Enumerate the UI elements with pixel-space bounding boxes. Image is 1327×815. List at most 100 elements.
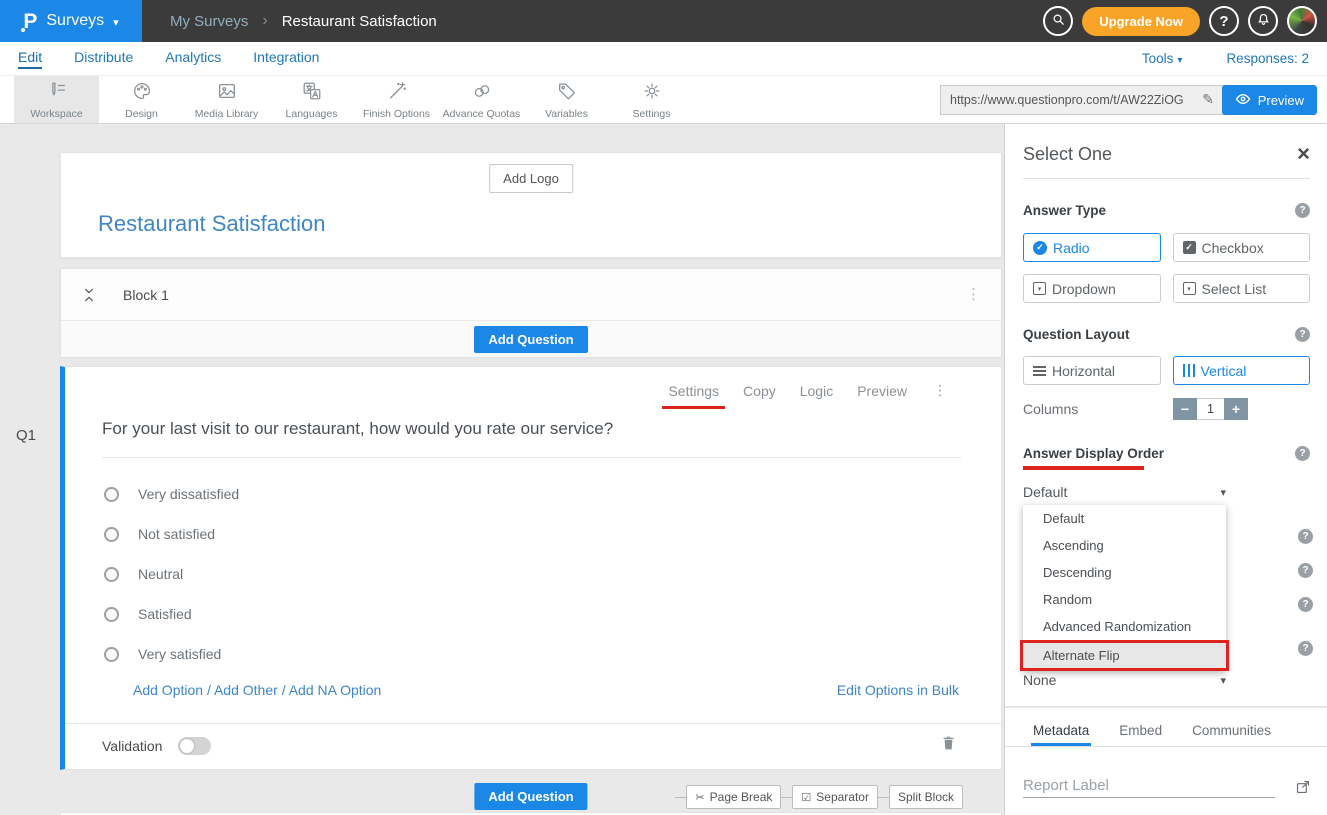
close-icon[interactable]: × xyxy=(1297,143,1310,165)
tab-integration[interactable]: Integration xyxy=(253,49,319,69)
plus-button[interactable]: + xyxy=(1224,398,1248,420)
add-logo-button[interactable]: Add Logo xyxy=(489,164,573,193)
search-icon xyxy=(1051,12,1066,30)
validation-toggle[interactable] xyxy=(178,737,211,755)
option-label[interactable]: Satisfied xyxy=(138,606,192,622)
search-button[interactable] xyxy=(1043,6,1073,36)
radio-icon[interactable] xyxy=(104,567,119,582)
notifications-button[interactable] xyxy=(1248,6,1278,36)
answer-type-checkbox[interactable]: ✓ Checkbox xyxy=(1173,233,1311,262)
tab-metadata[interactable]: Metadata xyxy=(1031,717,1091,746)
tab-analytics[interactable]: Analytics xyxy=(165,49,221,69)
tab-edit[interactable]: Edit xyxy=(18,49,42,69)
help-icon[interactable]: ? xyxy=(1298,529,1313,544)
minus-button[interactable]: − xyxy=(1173,398,1197,420)
separator-button[interactable]: ☑ Separator xyxy=(792,785,878,809)
add-other-link[interactable]: Add Other xyxy=(214,682,278,698)
answer-display-order-select[interactable]: Default ▾ xyxy=(1023,484,1226,506)
menu-item-default[interactable]: Default xyxy=(1023,505,1226,532)
report-label-input[interactable] xyxy=(1023,774,1275,798)
menu-item-advanced-randomization[interactable]: Advanced Randomization xyxy=(1023,613,1226,640)
question-tab-settings[interactable]: Settings xyxy=(668,383,719,399)
answer-type-radio[interactable]: ✓ Radio xyxy=(1023,233,1161,262)
tag-icon xyxy=(556,80,578,105)
radio-icon[interactable] xyxy=(104,607,119,622)
survey-url-input[interactable] xyxy=(950,93,1196,107)
help-icon[interactable]: ? xyxy=(1295,203,1310,218)
tool-design[interactable]: Design xyxy=(99,76,184,123)
trash-icon xyxy=(940,740,957,757)
option-label[interactable]: Neutral xyxy=(138,566,183,582)
option-label[interactable]: Not satisfied xyxy=(138,526,215,542)
select-list-box-icon: ▾ xyxy=(1183,282,1196,295)
option-label[interactable]: Very dissatisfied xyxy=(138,486,239,502)
horizontal-lines-icon xyxy=(1033,366,1046,376)
answer-type-select-list[interactable]: ▾ Select List xyxy=(1173,274,1311,303)
surveys-product-menu[interactable]: P Surveys ▾ xyxy=(0,0,142,42)
tab-distribute[interactable]: Distribute xyxy=(74,49,133,69)
answer-option-row: Very dissatisfied xyxy=(104,484,239,504)
page-break-button[interactable]: ✂ Page Break xyxy=(686,785,781,809)
columns-input[interactable] xyxy=(1197,398,1224,420)
question-card: Settings Copy Logic Preview ⋮ For your l… xyxy=(60,366,1002,770)
tool-advance-quotas[interactable]: Advance Quotas xyxy=(439,76,524,123)
preview-button[interactable]: Preview xyxy=(1222,85,1317,115)
survey-title[interactable]: Restaurant Satisfaction xyxy=(98,211,325,237)
tool-languages[interactable]: Languages xyxy=(269,76,354,123)
layout-vertical[interactable]: Vertical xyxy=(1173,356,1311,385)
block-name[interactable]: Block 1 xyxy=(123,287,169,303)
breadcrumb-my-surveys[interactable]: My Surveys xyxy=(170,13,248,30)
collapse-block-icon[interactable] xyxy=(81,287,97,303)
add-option-link[interactable]: Add Option xyxy=(133,682,203,698)
menu-item-alternate-flip[interactable]: Alternate Flip xyxy=(1020,640,1229,671)
answer-type-dropdown[interactable]: ▾ Dropdown xyxy=(1023,274,1161,303)
tab-embed[interactable]: Embed xyxy=(1117,717,1164,746)
question-tab-logic[interactable]: Logic xyxy=(800,383,833,399)
help-icon[interactable]: ? xyxy=(1298,597,1313,612)
responses-count[interactable]: Responses: 2 xyxy=(1226,51,1309,66)
block-menu-icon[interactable]: ⋮ xyxy=(966,287,981,302)
tool-media-library[interactable]: Media Library xyxy=(184,76,269,123)
annotation-underline xyxy=(1023,466,1144,470)
connector-dash xyxy=(675,797,686,798)
radio-icon[interactable] xyxy=(104,527,119,542)
question-tab-copy[interactable]: Copy xyxy=(743,383,776,399)
option-label[interactable]: Very satisfied xyxy=(138,646,221,662)
menu-item-random[interactable]: Random xyxy=(1023,586,1226,613)
help-icon[interactable]: ? xyxy=(1298,641,1313,656)
help-icon[interactable]: ? xyxy=(1298,563,1313,578)
edit-url-pencil-icon[interactable]: ✎ xyxy=(1202,92,1214,108)
tool-workspace[interactable]: Workspace xyxy=(14,76,99,123)
expand-icon[interactable] xyxy=(1295,779,1311,798)
question-text[interactable]: For your last visit to our restaurant, h… xyxy=(102,419,613,439)
tool-settings[interactable]: Settings xyxy=(609,76,694,123)
answer-type-label: Answer Type xyxy=(1023,203,1106,218)
question-menu-icon[interactable]: ⋮ xyxy=(933,384,947,398)
add-na-option-link[interactable]: Add NA Option xyxy=(289,682,382,698)
add-question-button-top[interactable]: Add Question xyxy=(474,326,587,353)
divider xyxy=(65,723,1001,724)
help-icon[interactable]: ? xyxy=(1295,327,1310,342)
help-icon[interactable]: ? xyxy=(1295,446,1310,461)
menu-item-descending[interactable]: Descending xyxy=(1023,559,1226,586)
help-button[interactable]: ? xyxy=(1209,6,1239,36)
edit-options-in-bulk-link[interactable]: Edit Options in Bulk xyxy=(837,682,959,698)
panel-header: Select One × xyxy=(1023,124,1310,178)
secondary-select[interactable]: None ▾ xyxy=(1023,672,1226,688)
radio-icon[interactable] xyxy=(104,487,119,502)
radio-icon[interactable] xyxy=(104,647,119,662)
tab-communities[interactable]: Communities xyxy=(1190,717,1273,746)
tools-menu[interactable]: Tools▾ xyxy=(1142,51,1183,66)
layout-horizontal[interactable]: Horizontal xyxy=(1023,356,1161,385)
answer-option-row: Neutral xyxy=(104,564,183,584)
delete-question-button[interactable] xyxy=(940,733,957,758)
tool-variables[interactable]: Variables xyxy=(524,76,609,123)
add-question-button-bottom[interactable]: Add Question xyxy=(474,783,587,810)
question-tab-preview[interactable]: Preview xyxy=(857,383,907,399)
tool-finish-options[interactable]: Finish Options xyxy=(354,76,439,123)
upgrade-now-button[interactable]: Upgrade Now xyxy=(1082,7,1200,36)
menu-item-ascending[interactable]: Ascending xyxy=(1023,532,1226,559)
avatar[interactable] xyxy=(1287,6,1317,36)
split-block-button[interactable]: Split Block xyxy=(889,785,963,809)
block-card: Block 1 ⋮ Add Question xyxy=(60,268,1002,357)
